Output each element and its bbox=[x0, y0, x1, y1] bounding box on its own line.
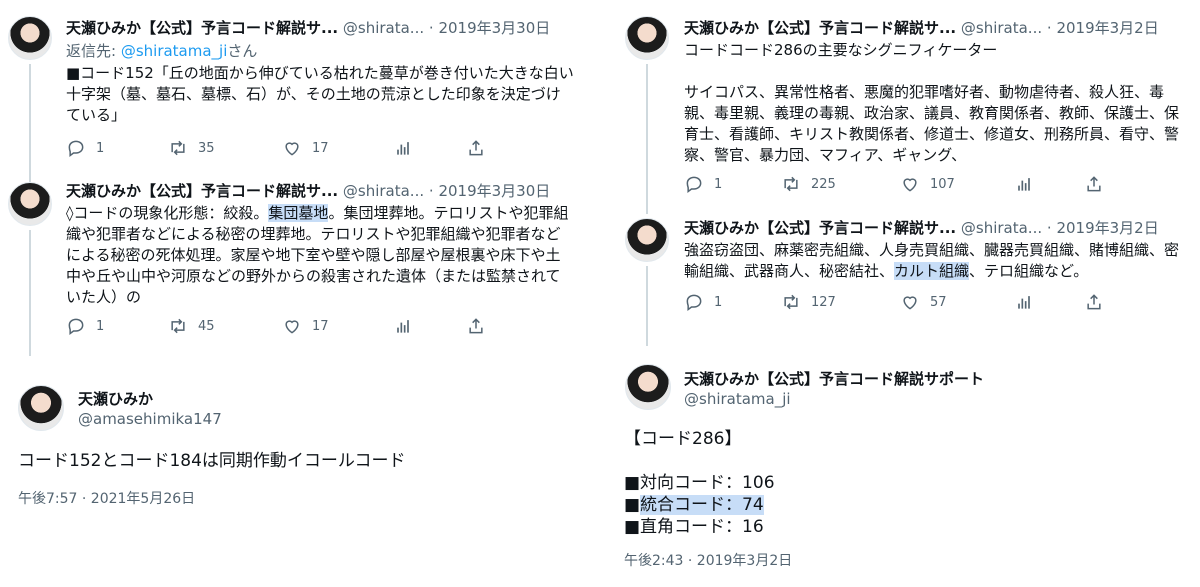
reply-icon bbox=[686, 176, 702, 193]
like-count: 57 bbox=[930, 294, 947, 310]
reply-icon bbox=[68, 140, 84, 157]
retweet-icon bbox=[784, 294, 798, 310]
reply-button[interactable]: 1 bbox=[684, 292, 722, 312]
display-name[interactable]: 天瀬ひみか【公式】予言コード解説サ... bbox=[66, 19, 338, 37]
retweet-button[interactable]: 45 bbox=[168, 316, 215, 336]
user-handle[interactable]: @shirata... bbox=[343, 19, 424, 37]
retweet-icon bbox=[171, 318, 185, 334]
like-count: 17 bbox=[312, 318, 329, 334]
avatar[interactable] bbox=[8, 182, 52, 226]
tweet-header: 天瀬ひみか【公式】予言コード解説サ... @shirata... · 2019年… bbox=[684, 19, 1159, 37]
user-handle[interactable]: @amasehimika147 bbox=[78, 410, 222, 428]
reply-count: 1 bbox=[96, 140, 105, 156]
analytics-icon bbox=[1018, 296, 1030, 309]
share-button[interactable] bbox=[1084, 292, 1104, 312]
analytics-button[interactable] bbox=[1014, 292, 1034, 312]
like-count: 107 bbox=[930, 176, 955, 192]
like-button[interactable]: 57 bbox=[900, 292, 947, 312]
display-name[interactable]: 天瀬ひみか【公式】予言コード解説サ... bbox=[684, 219, 956, 237]
tweet-text: コードコード286の主要なシグニフィケーター サイコパス、異常性格者、悪魔的犯罪… bbox=[684, 41, 1180, 164]
retweet-icon bbox=[171, 140, 185, 156]
reply-to: 返信先: @shiratama_jiさん bbox=[66, 42, 258, 60]
reply-button[interactable]: 1 bbox=[66, 138, 104, 158]
analytics-icon bbox=[397, 142, 409, 155]
user-handle[interactable]: @shirata... bbox=[343, 182, 424, 200]
reply-to-link[interactable]: @shiratama_ji bbox=[121, 42, 228, 60]
highlighted-text: 集団墓地 bbox=[268, 204, 329, 222]
retweet-count: 127 bbox=[811, 294, 836, 310]
avatar[interactable] bbox=[625, 218, 669, 262]
tweet-date[interactable]: 2019年3月2日 bbox=[1056, 219, 1158, 237]
reply-button[interactable]: 1 bbox=[684, 174, 722, 194]
highlighted-text: 統合コード：74 bbox=[640, 495, 764, 515]
reply-count: 1 bbox=[714, 176, 723, 192]
like-count: 17 bbox=[312, 140, 329, 156]
share-button[interactable] bbox=[466, 316, 486, 336]
retweet-button[interactable]: 35 bbox=[168, 138, 215, 158]
display-name[interactable]: 天瀬ひみか【公式】予言コード解説サポート bbox=[684, 368, 984, 389]
display-name[interactable]: 天瀬ひみか【公式】予言コード解説サ... bbox=[66, 182, 338, 200]
share-icon bbox=[469, 140, 483, 156]
share-icon bbox=[1087, 294, 1101, 310]
tweet-actions: 1 35 17 bbox=[66, 138, 496, 158]
analytics-button[interactable] bbox=[393, 138, 413, 158]
thread-line bbox=[29, 230, 31, 356]
avatar[interactable] bbox=[18, 385, 64, 431]
like-button[interactable]: 107 bbox=[900, 174, 955, 194]
user-handle[interactable]: @shirata... bbox=[961, 219, 1042, 237]
user-handle[interactable]: @shirata... bbox=[961, 19, 1042, 37]
thread-line bbox=[29, 64, 31, 182]
retweet-count: 35 bbox=[198, 140, 215, 156]
user-handle[interactable]: @shiratama_ji bbox=[684, 390, 791, 408]
reply-count: 1 bbox=[714, 294, 723, 310]
tweet-header: 天瀬ひみか【公式】予言コード解説サ... @shirata... · 2019年… bbox=[66, 182, 551, 200]
display-name[interactable]: 天瀬ひみか【公式】予言コード解説サ... bbox=[684, 19, 956, 37]
tweet-actions: 1 127 57 bbox=[684, 292, 1114, 312]
tweet-text: 【コード286】 ■対向コード：106 ■統合コード：74 ■直角コード：16 bbox=[624, 429, 775, 537]
tweet-text: ■コード152「丘の地面から伸びている枯れた蔓草が巻き付いた大きな白い 十字架（… bbox=[66, 64, 574, 124]
tweet-text: ◊コードの現象化形態：絞殺。集団墓地。集団埋葬地。テロリストや犯罪組 織や犯罪者… bbox=[66, 204, 569, 306]
thread-line bbox=[646, 266, 648, 346]
analytics-button[interactable] bbox=[393, 316, 413, 336]
share-button[interactable] bbox=[466, 138, 486, 158]
like-icon bbox=[903, 178, 917, 192]
tweet-date[interactable]: 2019年3月30日 bbox=[438, 182, 550, 200]
reply-icon bbox=[68, 318, 84, 335]
retweet-button[interactable]: 225 bbox=[781, 174, 836, 194]
reply-count: 1 bbox=[96, 318, 105, 334]
retweet-icon bbox=[784, 176, 798, 192]
highlighted-text: カルト組織 bbox=[894, 262, 970, 280]
tweet-date[interactable]: 2019年3月30日 bbox=[438, 19, 550, 37]
like-button[interactable]: 17 bbox=[282, 138, 329, 158]
tweet-actions: 1 225 107 bbox=[684, 174, 1114, 194]
share-icon bbox=[1087, 176, 1101, 192]
tweet-header: 天瀬ひみか【公式】予言コード解説サ... @shirata... · 2019年… bbox=[684, 219, 1159, 237]
tweet-timestamp[interactable]: 午後2:43 · 2019年3月2日 bbox=[624, 550, 792, 570]
avatar[interactable] bbox=[625, 16, 669, 60]
share-icon bbox=[469, 318, 483, 334]
retweet-button[interactable]: 127 bbox=[781, 292, 836, 312]
tweet-text: コード152とコード184は同期作動イコールコード bbox=[18, 451, 406, 471]
tweet-actions: 1 45 17 bbox=[66, 316, 496, 336]
reply-icon bbox=[686, 294, 702, 311]
like-icon bbox=[903, 296, 917, 310]
like-icon bbox=[285, 320, 299, 334]
avatar[interactable] bbox=[8, 16, 52, 60]
analytics-icon bbox=[397, 320, 409, 333]
avatar[interactable] bbox=[625, 364, 671, 410]
tweet-header: 天瀬ひみか【公式】予言コード解説サ... @shirata... · 2019年… bbox=[66, 19, 551, 37]
retweet-count: 45 bbox=[198, 318, 215, 334]
display-name[interactable]: 天瀬ひみか bbox=[78, 388, 153, 409]
thread-line bbox=[646, 64, 648, 214]
like-icon bbox=[285, 142, 299, 156]
tweet-text: 強盗窃盗団、麻薬密売組織、人身売買組織、臓器売買組織、賭博組織、密 輸組織、武器… bbox=[684, 241, 1180, 280]
analytics-button[interactable] bbox=[1014, 174, 1034, 194]
tweet-date[interactable]: 2019年3月2日 bbox=[1056, 19, 1158, 37]
retweet-count: 225 bbox=[811, 176, 836, 192]
reply-button[interactable]: 1 bbox=[66, 316, 104, 336]
analytics-icon bbox=[1018, 178, 1030, 191]
tweet-timestamp[interactable]: 午後7:57 · 2021年5月26日 bbox=[18, 488, 195, 508]
share-button[interactable] bbox=[1084, 174, 1104, 194]
like-button[interactable]: 17 bbox=[282, 316, 329, 336]
